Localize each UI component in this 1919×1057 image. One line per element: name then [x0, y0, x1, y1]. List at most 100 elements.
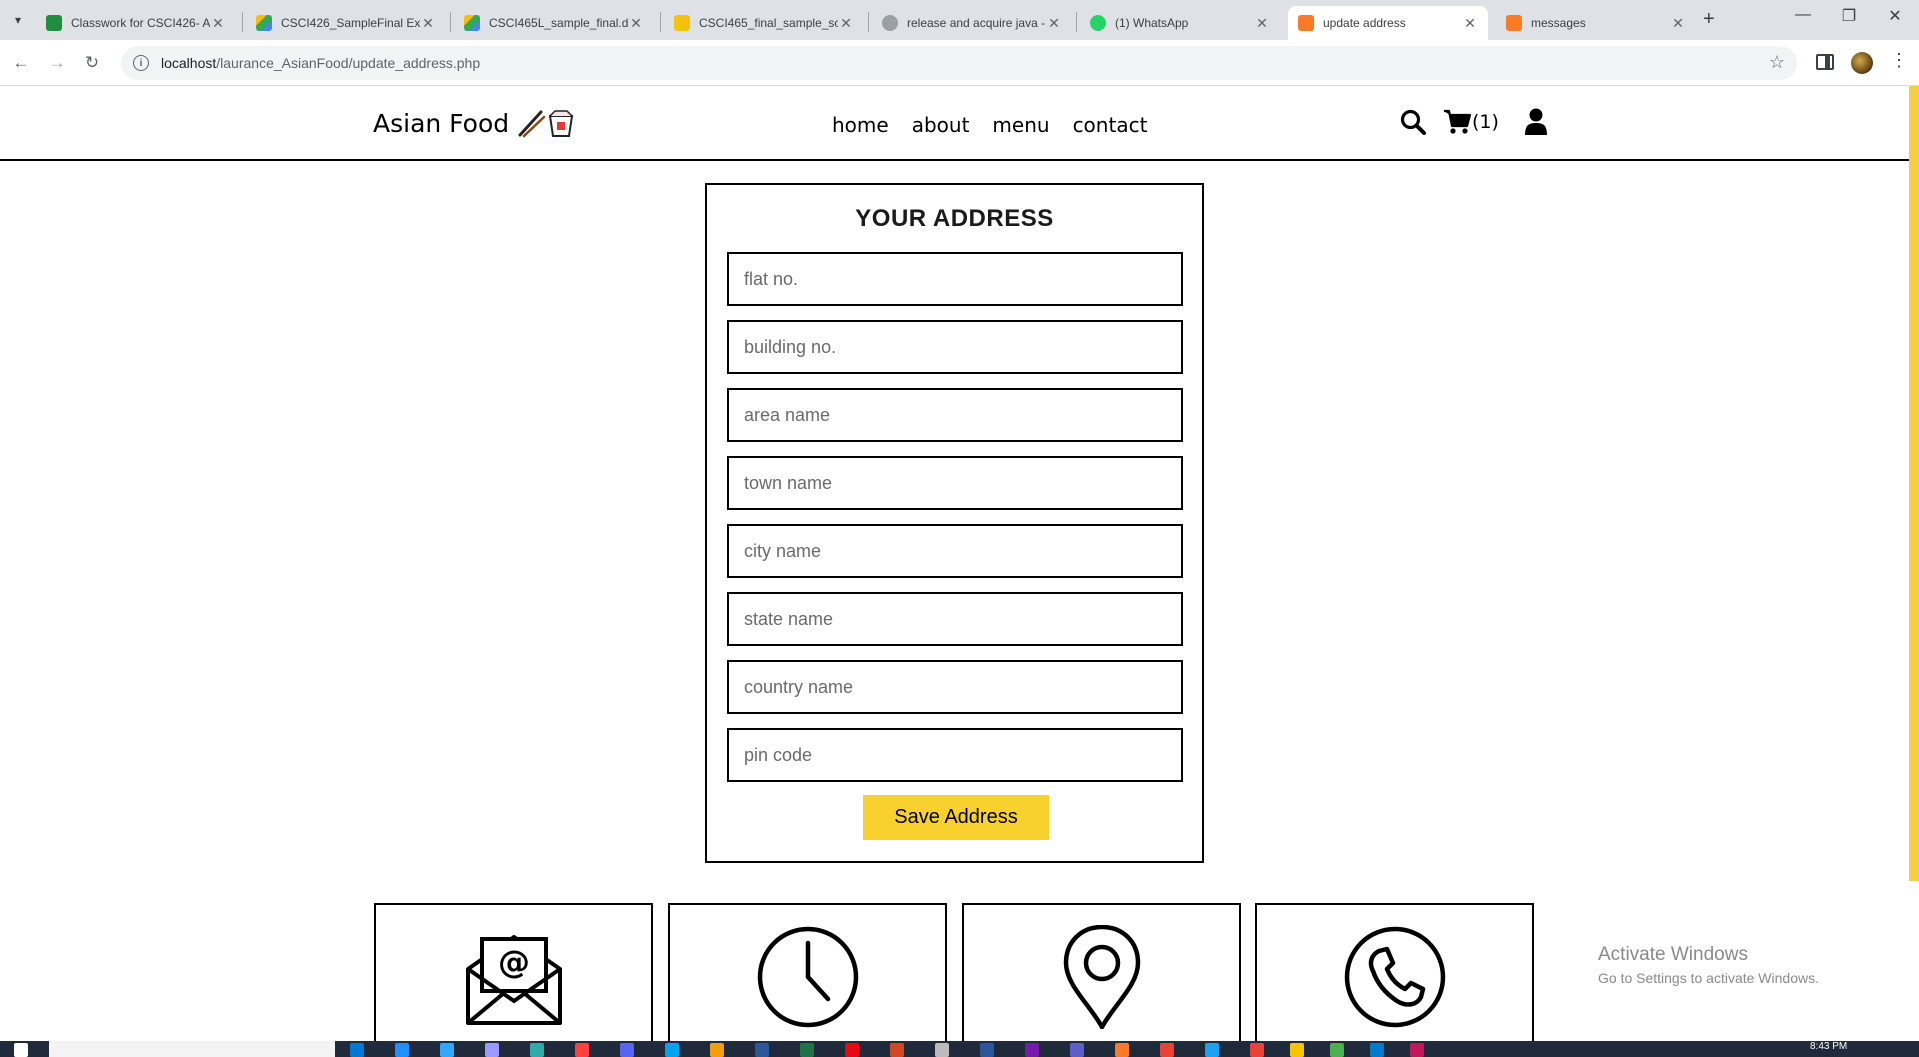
taskbar-app-icon[interactable] [350, 1043, 364, 1057]
tab-search-button[interactable]: ▾ [6, 8, 30, 32]
taskbar-app-icon[interactable] [575, 1043, 589, 1057]
windows-start-icon[interactable] [14, 1043, 28, 1057]
tab-messages[interactable]: messages ✕ [1496, 6, 1696, 40]
new-tab-button[interactable]: + [1703, 8, 1715, 31]
site-header: Asian Food home about menu contact (1) [0, 86, 1909, 161]
nav-about[interactable]: about [912, 113, 970, 137]
close-tab-icon[interactable]: ✕ [1046, 15, 1062, 32]
slides-icon [674, 15, 690, 31]
taskbar-app-icon[interactable] [1370, 1043, 1384, 1057]
scrollbar-thumb[interactable] [1909, 86, 1919, 881]
state-name-field[interactable] [727, 592, 1183, 646]
minimize-icon[interactable]: — [1788, 6, 1818, 24]
chopsticks-noodle-box-icon [517, 108, 575, 138]
taskbar-app-icon[interactable] [845, 1043, 859, 1057]
user-icon[interactable] [1524, 108, 1547, 135]
nav-contact[interactable]: contact [1073, 113, 1148, 137]
taskbar-app-icon[interactable] [620, 1043, 634, 1057]
taskbar-app-icon[interactable] [890, 1043, 904, 1057]
taskbar-app-icon[interactable] [530, 1043, 544, 1057]
taskbar-app-icon[interactable] [440, 1043, 454, 1057]
taskbar-app-icon[interactable] [1025, 1043, 1039, 1057]
close-window-icon[interactable]: ✕ [1880, 6, 1910, 26]
address-bar[interactable]: i localhost/laurance_AsianFood/update_ad… [121, 46, 1797, 80]
url-text: localhost/laurance_AsianFood/update_addr… [161, 55, 480, 71]
nav-home[interactable]: home [832, 113, 889, 137]
close-tab-icon[interactable]: ✕ [1670, 15, 1686, 32]
cart-button[interactable]: (1) [1443, 109, 1499, 135]
close-tab-icon[interactable]: ✕ [628, 15, 644, 32]
pin-code-field[interactable] [727, 728, 1183, 782]
forward-icon[interactable]: → [45, 51, 69, 75]
country-name-field[interactable] [727, 660, 1183, 714]
save-address-button[interactable]: Save Address [863, 795, 1049, 840]
tab-update-address[interactable]: update address ✕ [1288, 6, 1488, 40]
taskbar-search[interactable] [49, 1041, 335, 1057]
tab-separator [450, 12, 451, 32]
close-tab-icon[interactable]: ✕ [1254, 15, 1270, 32]
side-panel-icon[interactable] [1816, 54, 1834, 70]
tab-whatsapp[interactable]: (1) WhatsApp ✕ [1080, 6, 1280, 40]
xampp-icon [1506, 15, 1522, 31]
close-tab-icon[interactable]: ✕ [1462, 15, 1478, 32]
taskbar-app-icon[interactable] [1410, 1043, 1424, 1057]
address-form: YOUR ADDRESS Save Address [705, 183, 1204, 863]
taskbar-app-icon[interactable] [1205, 1043, 1219, 1057]
tab-classwork[interactable]: Classwork for CSCI426- A ✕ [36, 6, 236, 40]
form-title: YOUR ADDRESS [855, 205, 1054, 232]
taskbar-app-icon[interactable] [935, 1043, 949, 1057]
url-path: /laurance_AsianFood/update_address.php [216, 55, 481, 71]
site-logo[interactable]: Asian Food [373, 108, 575, 138]
google-drive-icon [256, 15, 272, 31]
site-info-icon[interactable]: i [133, 55, 149, 71]
close-tab-icon[interactable]: ✕ [838, 15, 854, 32]
whatsapp-icon [1090, 15, 1106, 31]
profile-avatar[interactable] [1851, 52, 1873, 74]
tab-sample-final-doc[interactable]: CSCI465L_sample_final.do ✕ [454, 6, 654, 40]
nav-menu[interactable]: menu [992, 113, 1049, 137]
reload-icon[interactable]: ↻ [80, 51, 104, 75]
close-tab-icon[interactable]: ✕ [420, 15, 436, 32]
taskbar-app-icon[interactable] [755, 1043, 769, 1057]
xampp-icon [1298, 15, 1314, 31]
building-no-field[interactable] [727, 320, 1183, 374]
page-scrollbar[interactable] [1909, 86, 1919, 1041]
tab-final-sample-sol[interactable]: CSCI465_final_sample_sol ✕ [664, 6, 864, 40]
taskbar-app-icon[interactable] [1290, 1043, 1304, 1057]
restore-icon[interactable]: ❐ [1834, 6, 1864, 26]
taskbar-app-icon[interactable] [665, 1043, 679, 1057]
close-tab-icon[interactable]: ✕ [210, 15, 226, 32]
taskbar-app-icon[interactable] [980, 1043, 994, 1057]
bookmark-star-icon[interactable]: ☆ [1769, 52, 1785, 73]
tab-release-acquire[interactable]: release and acquire java - ✕ [872, 6, 1072, 40]
back-icon[interactable]: ← [9, 51, 33, 75]
taskbar-app-icon[interactable] [1070, 1043, 1084, 1057]
taskbar-app-icon[interactable] [395, 1043, 409, 1057]
taskbar-app-icon[interactable] [1250, 1043, 1264, 1057]
flat-no-field[interactable] [727, 252, 1183, 306]
google-drive-icon [464, 15, 480, 31]
tab-separator [1076, 12, 1077, 32]
taskbar-clock[interactable]: 8:43 PM [1810, 1041, 1847, 1052]
search-icon[interactable] [1400, 109, 1426, 135]
activate-windows-watermark: Activate Windows Go to Settings to activ… [1598, 944, 1819, 986]
tab-separator [660, 12, 661, 32]
browser-toolbar: ← → ↻ i localhost/laurance_AsianFood/upd… [0, 40, 1919, 86]
city-name-field[interactable] [727, 524, 1183, 578]
taskbar-app-icon[interactable] [1160, 1043, 1174, 1057]
windows-taskbar: 8:43 PM [0, 1041, 1919, 1057]
watermark-title: Activate Windows [1598, 944, 1748, 965]
taskbar-app-icon[interactable] [1330, 1043, 1344, 1057]
taskbar-app-icon[interactable] [710, 1043, 724, 1057]
taskbar-app-icon[interactable] [1115, 1043, 1129, 1057]
cart-icon [1443, 109, 1471, 135]
browser-menu-icon[interactable]: ⋮ [1890, 50, 1908, 71]
taskbar-app-icon[interactable] [485, 1043, 499, 1057]
taskbar-app-icon[interactable] [800, 1043, 814, 1057]
area-name-field[interactable] [727, 388, 1183, 442]
tab-samplefinal[interactable]: CSCI426_SampleFinal Exa ✕ [246, 6, 446, 40]
svg-text:@: @ [498, 943, 530, 981]
page-content: Asian Food home about menu contact (1) Y… [0, 86, 1909, 1041]
logo-text: Asian Food [373, 108, 510, 138]
town-name-field[interactable] [727, 456, 1183, 510]
